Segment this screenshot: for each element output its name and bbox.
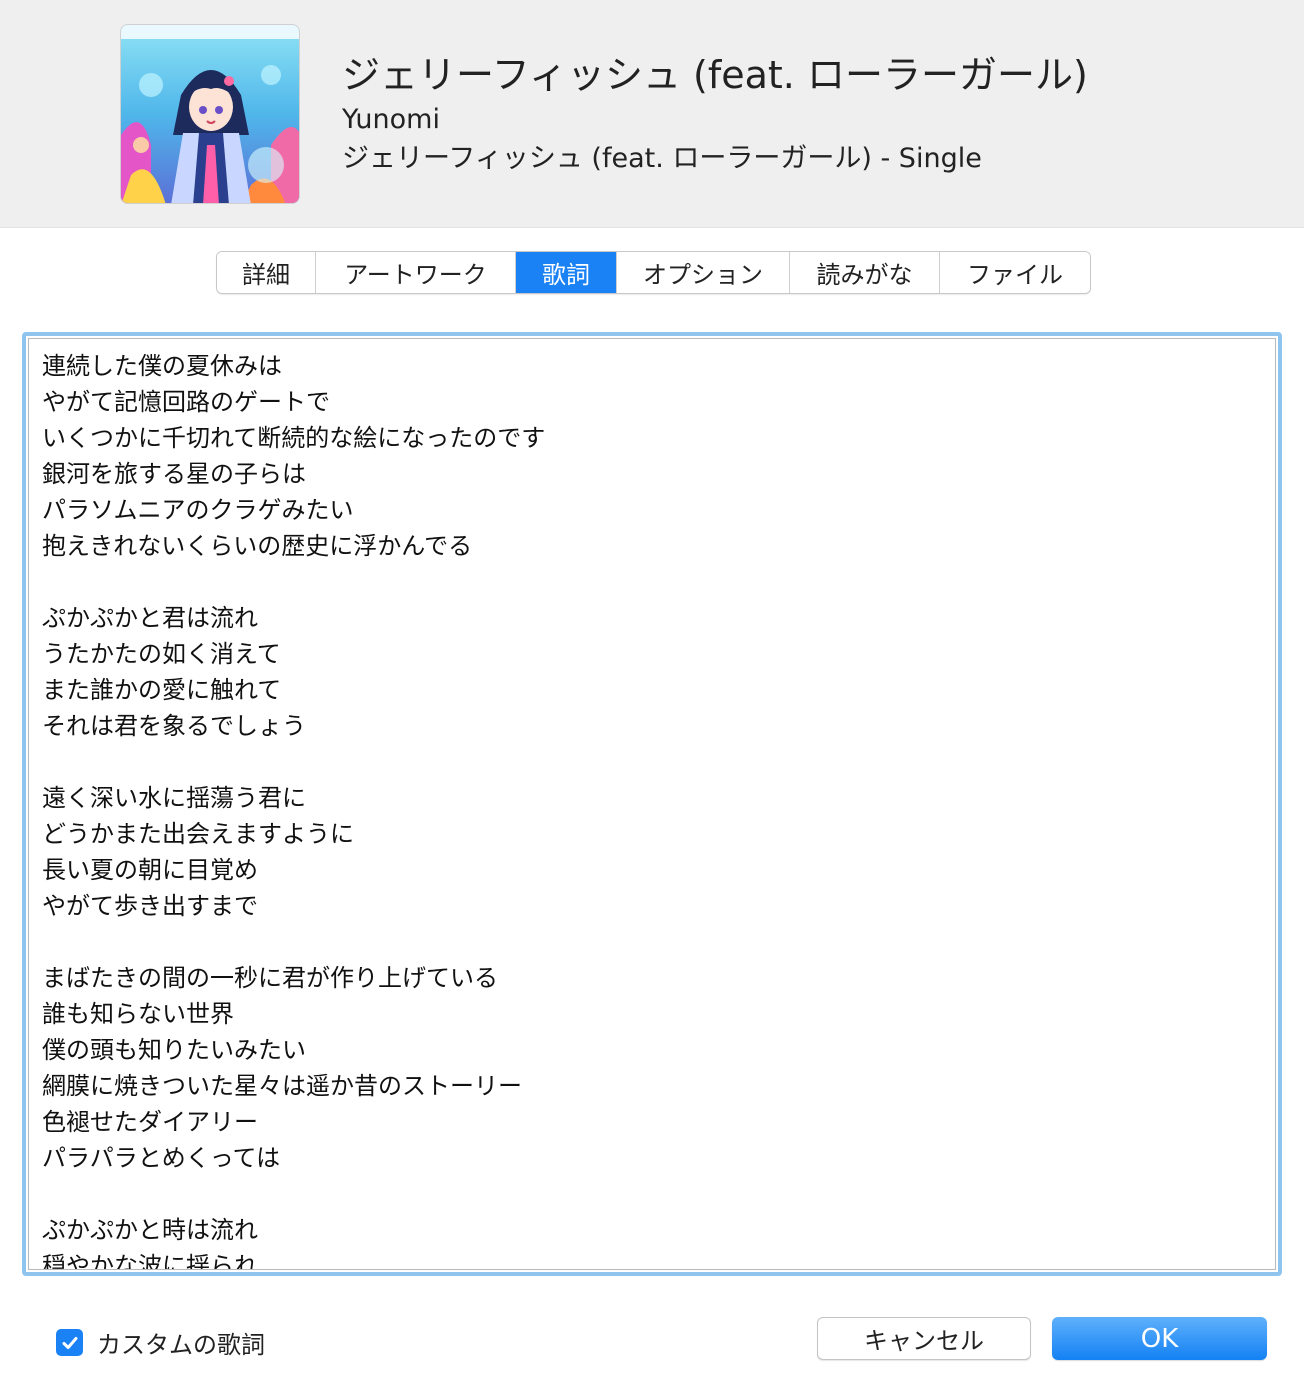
lyric-line: 抱えきれないくらいの歴史に浮かんでる [42, 532, 473, 560]
lyric-line: ぷかぷかと君は流れ [42, 604, 258, 632]
lyric-line: どうかまた出会えますように [42, 820, 354, 848]
lyric-line: 連続した僕の夏休みは [42, 352, 282, 380]
checkmark-icon [62, 1336, 77, 1349]
lyric-line: 僕の頭も知りたいみたい [42, 1036, 306, 1064]
lyric-line: また誰かの愛に触れて [42, 676, 282, 704]
lyric-line: 誰も知らない世界 [42, 1000, 234, 1028]
song-artist: Yunomi [342, 104, 440, 135]
song-title: ジェリーフィッシュ (feat. ローラーガール) [342, 53, 1088, 97]
tab-artwork[interactable]: アートワーク [316, 252, 516, 293]
cancel-button[interactable]: キャンセル [817, 1317, 1031, 1360]
lyric-line: 長い夏の朝に目覚め [42, 856, 258, 884]
lyric-blank-line [42, 744, 1261, 780]
lyric-blank-line [42, 924, 1261, 960]
lyrics-content[interactable]: 連続した僕の夏休みはやがて記憶回路のゲートでいくつかに千切れて断続的な絵になった… [28, 338, 1276, 1270]
lyric-line: ぷかぷかと時は流れ [42, 1216, 258, 1244]
lyric-line: パラパラとめくっては [42, 1144, 281, 1172]
custom-lyrics-checkbox[interactable] [56, 1329, 83, 1356]
tab-sorting[interactable]: 読みがな [790, 252, 940, 293]
lyrics-text-area[interactable]: 連続した僕の夏休みはやがて記憶回路のゲートでいくつかに千切れて断続的な絵になった… [22, 332, 1282, 1276]
lyric-line: 銀河を旅する星の子らは [42, 460, 306, 488]
dialog-header: ジェリーフィッシュ (feat. ローラーガール) Yunomi ジェリーフィッ… [0, 0, 1304, 228]
ok-button[interactable]: OK [1052, 1317, 1267, 1360]
lyric-blank-line [42, 564, 1261, 600]
lyric-line: いくつかに千切れて断続的な絵になったのです [42, 424, 546, 452]
lyric-line: 色褪せたダイアリー [42, 1108, 258, 1136]
tab-bar: 詳細 アートワーク 歌詞 オプション 読みがな ファイル [216, 251, 1091, 294]
lyric-line: やがて歩き出すまで [42, 892, 258, 920]
lyric-line: まばたきの間の一秒に君が作り上げている [42, 964, 498, 992]
lyric-line: やがて記憶回路のゲートで [42, 388, 330, 416]
lyric-line: 穏やかな波に揺られ [42, 1252, 258, 1270]
album-artwork [120, 24, 300, 204]
lyric-line: それは君を象るでしょう [42, 712, 306, 740]
tab-options[interactable]: オプション [617, 252, 790, 293]
lyric-line: 遠く深い水に揺蕩う君に [42, 784, 306, 812]
lyric-line: うたかたの如く消えて [42, 640, 281, 668]
lyric-line: 網膜に焼きついた星々は遥か昔のストーリー [42, 1072, 522, 1100]
custom-lyrics-option[interactable]: カスタムの歌詞 [56, 1325, 265, 1360]
song-album: ジェリーフィッシュ (feat. ローラーガール) - Single [342, 143, 982, 174]
custom-lyrics-label[interactable]: カスタムの歌詞 [97, 1325, 265, 1360]
tab-lyrics[interactable]: 歌詞 [516, 252, 617, 293]
tab-file[interactable]: ファイル [940, 252, 1090, 293]
lyric-line: パラソムニアのクラゲみたい [42, 496, 354, 524]
tab-details[interactable]: 詳細 [217, 252, 316, 293]
lyric-blank-line [42, 1176, 1261, 1212]
